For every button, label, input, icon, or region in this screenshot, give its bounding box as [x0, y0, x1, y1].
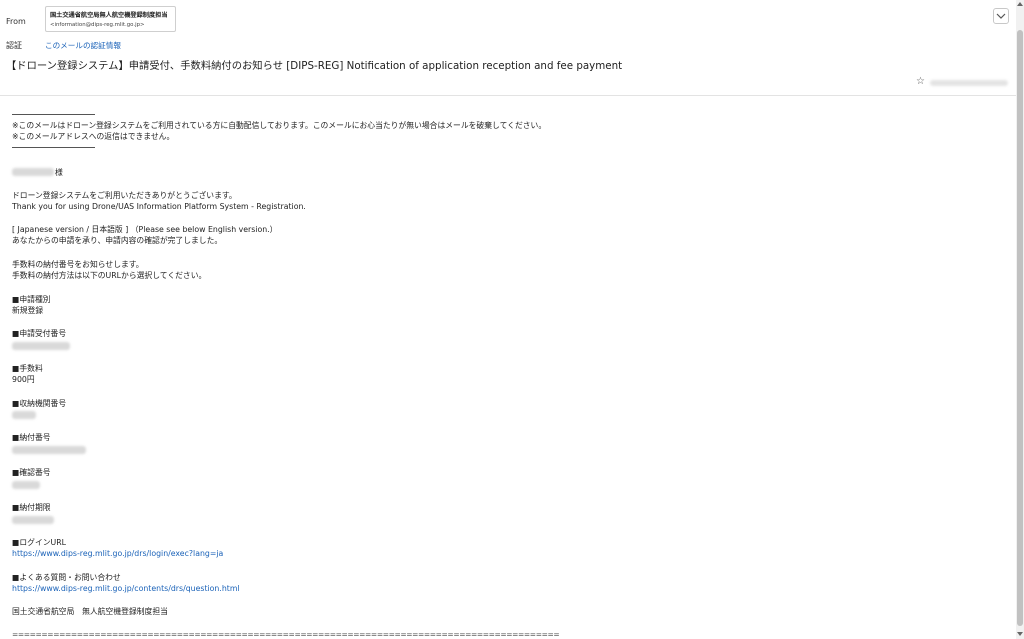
email-subject: 【ドローン登録システム】申請受付、手数料納付のお知らせ [DIPS-REG] N… [6, 60, 623, 72]
agency-number-label: ■収納機関番号 [12, 399, 67, 408]
login-url-label: ■ログインURL [12, 538, 67, 547]
sender-name: 国土交通省航空局無人航空機登録制度担当 [50, 12, 168, 19]
fee-value: 900円 [12, 375, 35, 384]
auto-delivery-notice: ※このメールはドローン登録システムをご利用されている方に自動配信しております。こ… [12, 121, 547, 130]
scroll-thumb[interactable] [1017, 30, 1023, 626]
sender-card[interactable]: 国土交通省航空局無人航空機登録制度担当 <information@dips-re… [45, 6, 176, 32]
signature: 国土交通省航空局 無人航空機登録制度担当 [12, 607, 168, 616]
fee-notice: 手数料の納付番号をお知らせします。 [12, 260, 144, 269]
agency-number-redacted [12, 411, 36, 419]
star-icon[interactable]: ☆ [916, 77, 925, 87]
thanks-en: Thank you for using Drone/UAS Informatio… [12, 202, 306, 211]
divider [12, 114, 95, 115]
payment-number-redacted [12, 446, 86, 454]
confirmation-number-label: ■確認番号 [12, 468, 51, 477]
separator-line: ========================================… [12, 631, 560, 639]
thanks-ja: ドローン登録システムをご利用いただきありがとうございます。 [12, 191, 237, 200]
fee-label: ■手数料 [12, 364, 43, 373]
scroll-up-arrow-icon[interactable] [1017, 2, 1023, 6]
scrollbar[interactable] [1016, 0, 1024, 639]
collapse-header-button[interactable] [993, 8, 1009, 24]
salutation-suffix: 様 [55, 168, 63, 177]
sender-email: <information@dips-reg.mlit.go.jp> [50, 22, 145, 28]
chevron-down-icon [996, 13, 1006, 19]
scroll-down-arrow-icon[interactable] [1017, 632, 1023, 636]
confirmation-text: あなたからの申請を承り、申請内容の確認が完了しました。 [12, 236, 223, 245]
reception-number-redacted [12, 342, 70, 350]
recipient-name-redacted [12, 168, 54, 176]
confirmation-number-redacted [12, 481, 40, 489]
deadline-redacted [12, 516, 54, 524]
version-note: [ Japanese version / 日本語版 ] （Please see … [12, 225, 278, 234]
login-url-link[interactable]: https://www.dips-reg.mlit.go.jp/drs/logi… [12, 549, 223, 559]
no-reply-notice: ※このメールアドレスへの返信はできません。 [12, 132, 175, 141]
email-body: ※このメールはドローン登録システムをご利用されている方に自動配信しております。こ… [0, 96, 1016, 639]
application-type-value: 新規登録 [12, 306, 44, 315]
email-header: From 国土交通省航空局無人航空機登録制度担当 <information@di… [0, 0, 1016, 96]
payment-number-label: ■納付番号 [12, 433, 51, 442]
deadline-label: ■納付期限 [12, 503, 51, 512]
from-label: From [6, 17, 26, 26]
fee-method-notice: 手数料の納付方法は以下のURLから選択してください。 [12, 271, 207, 280]
auth-info-link[interactable]: このメールの認証情報 [45, 40, 121, 51]
faq-label: ■よくある質問・お問い合わせ [12, 573, 121, 582]
faq-url-link[interactable]: https://www.dips-reg.mlit.go.jp/contents… [12, 584, 240, 594]
divider [12, 147, 95, 148]
application-type-label: ■申請種別 [12, 295, 51, 304]
reception-number-label: ■申請受付番号 [12, 329, 67, 338]
received-date-redacted [930, 80, 1008, 86]
auth-label: 認証 [6, 41, 22, 50]
